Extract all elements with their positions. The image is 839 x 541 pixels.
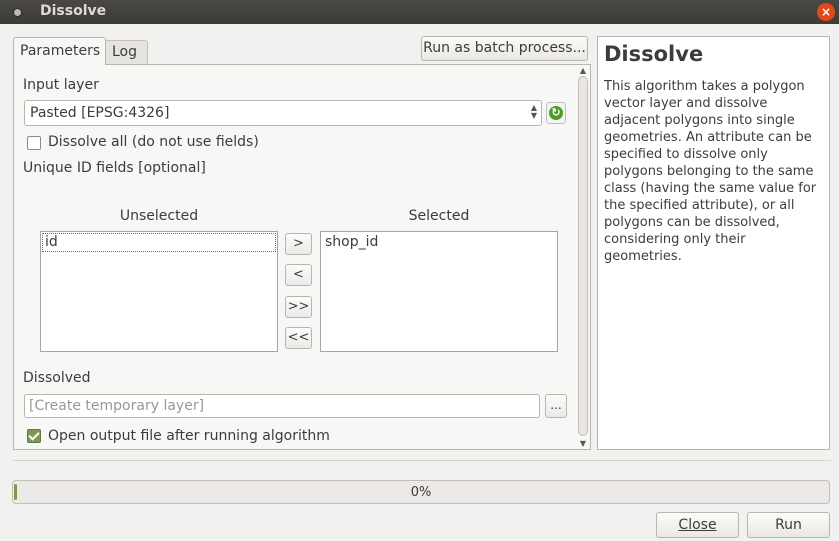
- close-button[interactable]: Close: [656, 512, 739, 538]
- tab-log[interactable]: Log: [106, 40, 148, 65]
- scroll-down-icon[interactable]: ▼: [577, 439, 589, 448]
- selected-list[interactable]: shop_id: [320, 231, 558, 352]
- list-item[interactable]: id: [42, 233, 276, 252]
- list-item[interactable]: shop_id: [323, 234, 378, 250]
- open-output-checkbox[interactable]: [27, 429, 41, 443]
- dissolved-label: Dissolved: [23, 370, 91, 386]
- move-left-button[interactable]: <: [285, 264, 312, 286]
- progress-text: 0%: [410, 485, 432, 500]
- help-text: This algorithm takes a polygon vector la…: [604, 79, 817, 264]
- unique-id-label: Unique ID fields [optional]: [23, 160, 206, 176]
- window-title: Dissolve: [40, 3, 107, 19]
- browse-output-button[interactable]: ...: [545, 394, 567, 418]
- open-output-label: Open output file after running algorithm: [48, 428, 330, 444]
- input-layer-select[interactable]: Pasted [EPSG:4326] ▲ ▼: [24, 100, 542, 126]
- help-title: Dissolve: [604, 42, 704, 66]
- run-button[interactable]: Run: [747, 512, 830, 538]
- input-layer-value: Pasted [EPSG:4326]: [30, 105, 170, 121]
- scroll-up-icon[interactable]: ▲: [577, 66, 589, 75]
- parameters-scrollbar[interactable]: ▲ ▼: [577, 66, 589, 448]
- tab-parameters[interactable]: Parameters: [13, 37, 106, 65]
- dissolved-output-field[interactable]: [Create temporary layer]: [24, 394, 540, 418]
- progress-bar: 0%: [12, 480, 830, 504]
- input-layer-label: Input layer: [23, 77, 99, 93]
- close-window-icon[interactable]: ×: [817, 3, 835, 21]
- unselected-list[interactable]: id: [40, 231, 278, 352]
- chevron-updown-icon: ▲ ▼: [530, 103, 537, 120]
- run-batch-button[interactable]: Run as batch process...: [421, 36, 588, 61]
- move-all-right-button[interactable]: >>: [285, 296, 312, 318]
- move-all-left-button[interactable]: <<: [285, 327, 312, 349]
- selected-header: Selected: [408, 208, 470, 224]
- refresh-icon: ↻: [549, 106, 563, 120]
- title-bar: Dissolve ×: [0, 0, 839, 24]
- dissolve-all-label: Dissolve all (do not use fields): [48, 134, 259, 150]
- divider: [13, 460, 831, 461]
- window-menu-icon[interactable]: [10, 5, 24, 19]
- dissolve-all-checkbox[interactable]: [27, 136, 41, 150]
- close-button-label: Close: [678, 517, 717, 533]
- unselected-header: Unselected: [119, 208, 199, 224]
- scroll-thumb[interactable]: [578, 76, 588, 436]
- help-panel: Dissolve This algorithm takes a polygon …: [597, 36, 830, 450]
- move-right-button[interactable]: >: [285, 233, 312, 255]
- iterate-layer-button[interactable]: ↻: [546, 102, 566, 124]
